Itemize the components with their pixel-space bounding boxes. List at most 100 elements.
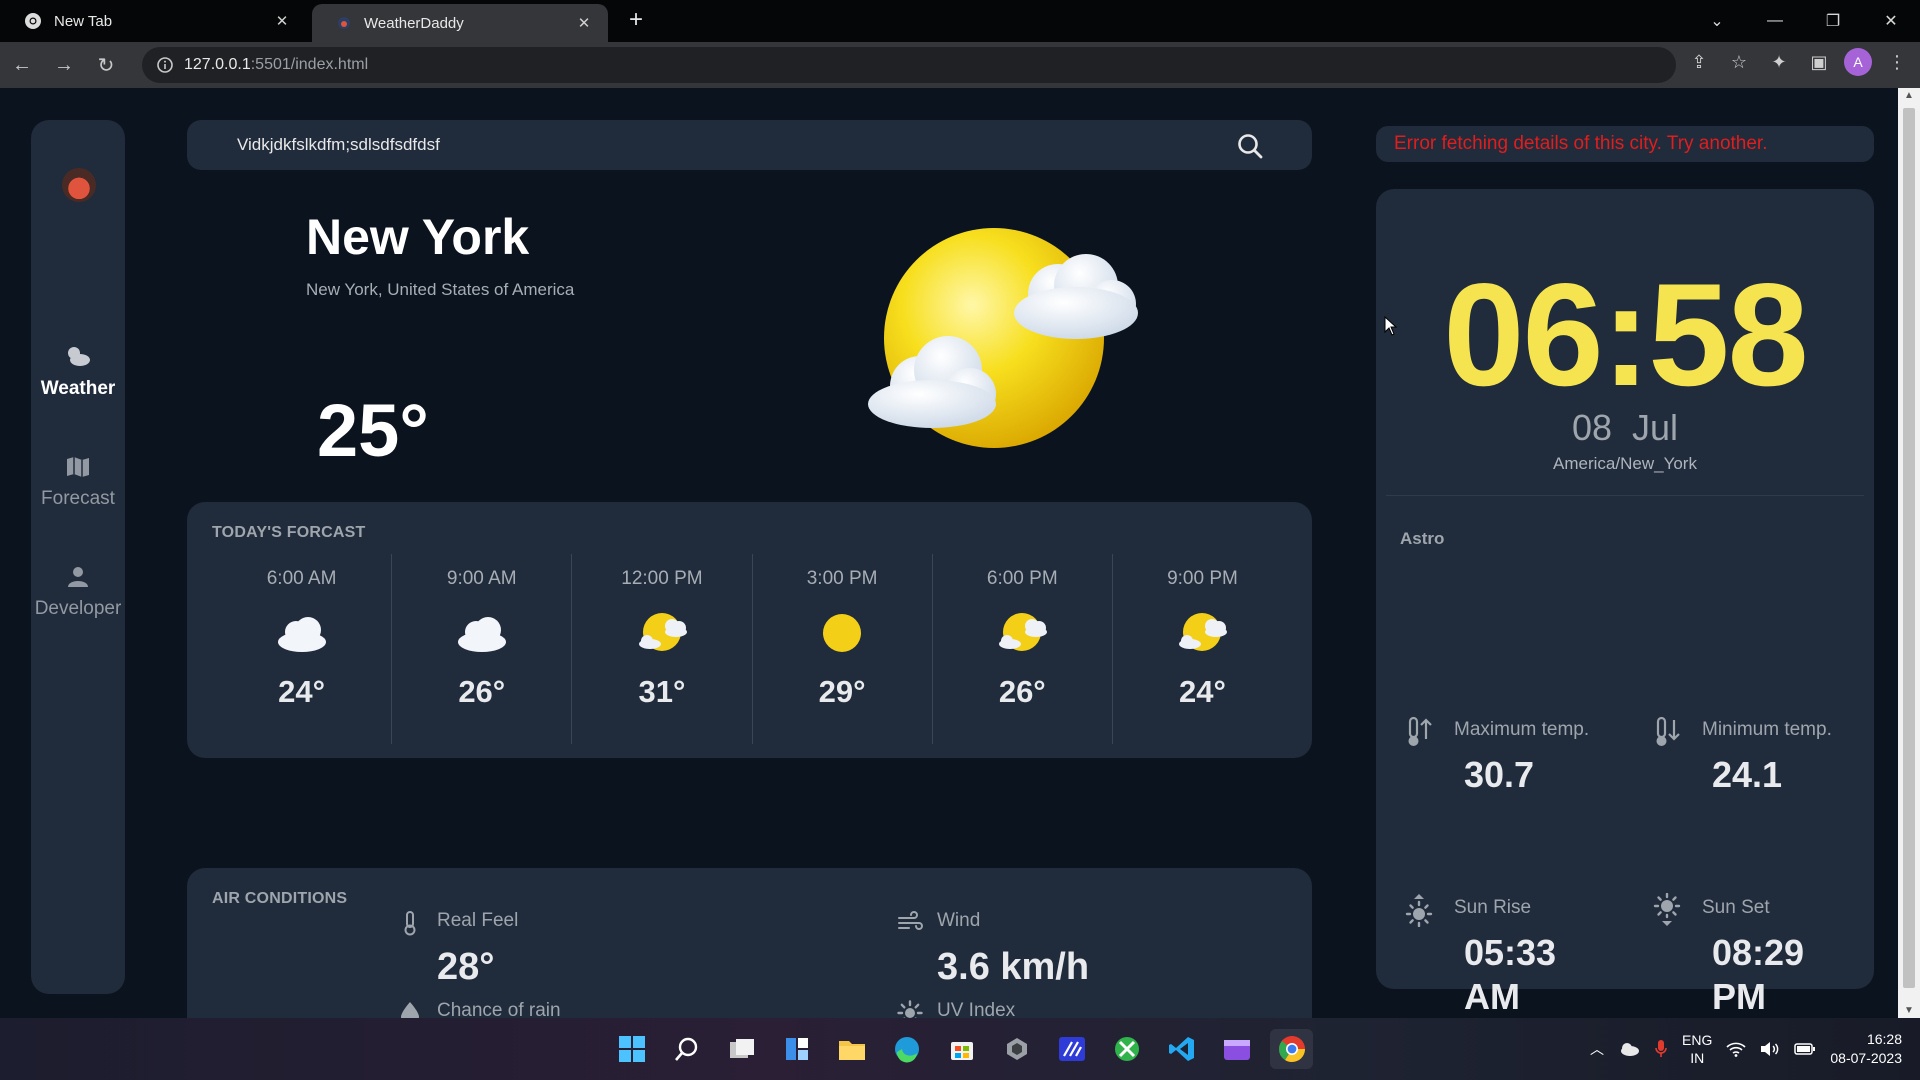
video-editor-icon[interactable] xyxy=(1215,1029,1258,1069)
max-temp-label: Maximum temp. xyxy=(1454,719,1590,740)
scroll-up-icon[interactable]: ▲ xyxy=(1898,90,1920,101)
window-controls: ⌄ — ❐ ✕ xyxy=(1688,0,1920,42)
edge-browser-icon[interactable] xyxy=(885,1029,928,1069)
sidebar-item-forecast[interactable]: Forecast xyxy=(31,452,125,510)
forecast-hour-time: 6:00 PM xyxy=(986,568,1058,589)
xbox-icon[interactable] xyxy=(1105,1029,1148,1069)
editor-app-icon[interactable] xyxy=(1050,1029,1093,1069)
mouse-cursor-icon xyxy=(1384,316,1398,336)
share-icon[interactable]: ⇪ xyxy=(1684,47,1714,77)
reload-icon[interactable]: ↻ xyxy=(86,45,126,85)
restore-icon[interactable]: ❐ xyxy=(1804,11,1862,31)
partly-sunny-icon xyxy=(1179,613,1228,651)
back-icon[interactable]: ← xyxy=(2,45,42,85)
page: Weather Forecast Developer New York New … xyxy=(0,88,1898,1080)
cloud-icon xyxy=(457,617,506,652)
forecast-hour: 12:00 PM 31° xyxy=(572,554,753,744)
forecast-hour-time: 9:00 AM xyxy=(446,568,517,589)
chrome-taskbar-icon[interactable] xyxy=(1270,1029,1313,1069)
hexagon-app-icon[interactable] xyxy=(995,1029,1038,1069)
air-conditions-title: AIR CONDITIONS xyxy=(212,890,348,907)
page-scrollbar[interactable]: ▲ ▼ xyxy=(1898,88,1920,1018)
minimize-icon[interactable]: — xyxy=(1746,12,1804,30)
cloud-sun-icon xyxy=(68,347,90,366)
forecast-hour: 6:00 AM 24° xyxy=(212,554,393,744)
forecast-hour: 3:00 PM 29° xyxy=(753,554,933,744)
developer-icon xyxy=(68,567,88,587)
sidebar: Weather Forecast Developer xyxy=(31,120,125,994)
local-time: 06:58 xyxy=(1443,253,1808,416)
sunset-value: 08:29 PM xyxy=(1712,932,1805,1017)
close-tab-icon[interactable]: ✕ xyxy=(574,13,594,33)
wind-value: 3.6 km/h xyxy=(937,946,1090,988)
system-date: 08-07-2023 xyxy=(1830,1050,1902,1066)
profile-avatar[interactable]: A xyxy=(1844,48,1872,76)
volume-icon[interactable] xyxy=(1760,1041,1780,1057)
taskbar-apps xyxy=(610,1029,1313,1069)
astro-title: Astro xyxy=(1400,529,1445,548)
sunrise-value: 05:33 AM xyxy=(1464,932,1557,1017)
wifi-icon[interactable] xyxy=(1726,1041,1746,1057)
error-message: Error fetching details of this city. Try… xyxy=(1376,126,1874,162)
language-indicator[interactable]: ENG IN xyxy=(1682,1031,1712,1067)
real-feel-value: 28° xyxy=(437,946,495,988)
microphone-icon[interactable] xyxy=(1654,1039,1668,1059)
tab-search-icon[interactable]: ⌄ xyxy=(1688,11,1746,31)
close-window-icon[interactable]: ✕ xyxy=(1862,11,1920,31)
widgets-icon[interactable] xyxy=(775,1029,818,1069)
sidebar-item-developer[interactable]: Developer xyxy=(31,562,125,620)
forecast-hours: 6:00 AM 24° 9:00 AM 26° 12:00 PM 31° 3:0… xyxy=(212,554,1292,744)
sunrise-icon xyxy=(1405,894,1433,927)
favicon-icon xyxy=(338,17,350,29)
app-logo-icon[interactable] xyxy=(62,168,96,202)
city-name: New York xyxy=(306,209,530,265)
search-icon[interactable] xyxy=(1236,132,1264,160)
thermometer-icon xyxy=(404,911,416,936)
search-input[interactable] xyxy=(237,130,1137,160)
forecast-hour: 9:00 AM 26° xyxy=(392,554,573,744)
search-taskbar-icon[interactable] xyxy=(665,1029,708,1069)
current-temperature: 25° xyxy=(317,389,429,472)
forecast-hour-temp: 26° xyxy=(998,674,1046,709)
close-tab-icon[interactable]: ✕ xyxy=(272,11,292,31)
forecast-hour-time: 6:00 AM xyxy=(266,568,337,589)
forecast-hour-time: 12:00 PM xyxy=(621,568,703,589)
onedrive-icon[interactable] xyxy=(1618,1042,1640,1056)
system-tray: ︿ ENG IN 16:28 08-07-2023 xyxy=(1590,1024,1902,1074)
url-host: 127.0.0.1 xyxy=(184,56,251,73)
sun-icon xyxy=(823,614,862,652)
partly-sunny-icon xyxy=(638,613,687,651)
min-temp-value: 24.1 xyxy=(1712,754,1783,795)
new-tab-button[interactable]: + xyxy=(622,6,650,34)
sidebar-item-label: Developer xyxy=(34,598,122,619)
extensions-icon[interactable]: ✦ xyxy=(1764,47,1794,77)
sidebar-item-label: Forecast xyxy=(41,488,115,509)
url-path: :5501/index.html xyxy=(250,56,369,73)
os-taskbar: ︿ ENG IN 16:28 08-07-2023 xyxy=(0,1018,1920,1080)
show-hidden-icons-icon[interactable]: ︿ xyxy=(1590,1039,1604,1059)
file-explorer-icon[interactable] xyxy=(830,1029,873,1069)
city-location: New York, United States of America xyxy=(306,280,575,299)
wind-label: Wind xyxy=(937,910,981,931)
forecast-hour-temp: 31° xyxy=(638,674,686,709)
scrollbar-thumb[interactable] xyxy=(1903,108,1915,988)
forward-icon[interactable]: → xyxy=(44,45,84,85)
task-view-icon[interactable] xyxy=(720,1029,763,1069)
local-date: 08 Jul xyxy=(1571,407,1679,448)
system-clock[interactable]: 16:28 08-07-2023 xyxy=(1830,1030,1902,1068)
tab-new-tab[interactable]: New Tab ✕ xyxy=(0,0,306,42)
sidebar-item-weather[interactable]: Weather xyxy=(31,342,125,400)
bookmark-star-icon[interactable]: ☆ xyxy=(1724,47,1754,77)
system-time: 16:28 xyxy=(1866,1031,1902,1047)
battery-icon[interactable] xyxy=(1794,1042,1816,1056)
scroll-down-icon[interactable]: ▼ xyxy=(1898,1005,1920,1016)
tab-weatherdaddy[interactable]: WeatherDaddy ✕ xyxy=(312,4,608,42)
store-icon[interactable] xyxy=(940,1029,983,1069)
menu-icon[interactable]: ⋮ xyxy=(1882,47,1912,77)
forecast-hour-temp: 24° xyxy=(1179,674,1226,709)
vscode-icon[interactable] xyxy=(1160,1029,1203,1069)
side-panel-icon[interactable]: ▣ xyxy=(1804,47,1834,77)
address-bar[interactable]: 127.0.0.1:5501/index.html xyxy=(142,47,1676,83)
timezone: America/New_York xyxy=(1553,454,1697,473)
windows-start-icon[interactable] xyxy=(610,1029,653,1069)
